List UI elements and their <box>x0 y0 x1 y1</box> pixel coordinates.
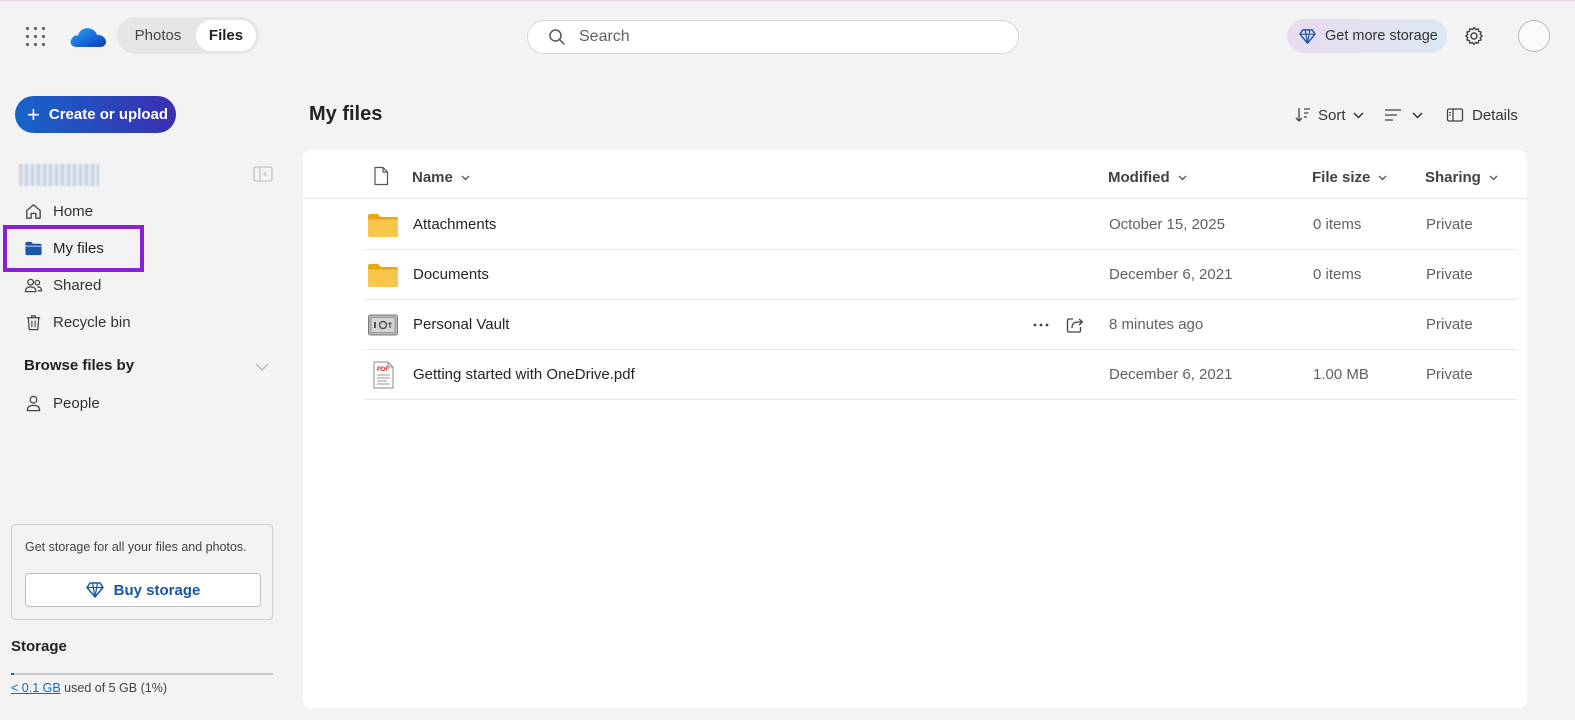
tab-files[interactable]: Files <box>196 20 256 51</box>
plus-icon: + <box>27 101 40 127</box>
file-name[interactable]: Documents <box>413 266 489 283</box>
sort-label: Sort <box>1318 106 1346 124</box>
table-row[interactable]: Personal Vault 8 minutes ago Private <box>364 300 1517 350</box>
column-header-name[interactable]: Name <box>412 166 470 188</box>
column-header-sharing[interactable]: Sharing <box>1425 166 1498 188</box>
buy-storage-button[interactable]: Buy storage <box>25 573 261 607</box>
table-row[interactable]: PDF Getting started with OneDrive.pdf De… <box>364 350 1517 400</box>
get-more-storage-label: Get more storage <box>1325 28 1438 44</box>
file-type-icon[interactable] <box>373 166 389 186</box>
sharing-status: Private <box>1426 366 1473 383</box>
page-title: My files <box>309 103 383 125</box>
column-header-label: Sharing <box>1425 168 1481 186</box>
sharing-status: Private <box>1426 316 1473 333</box>
account-name-redacted <box>19 164 99 186</box>
share-icon[interactable] <box>1064 314 1086 336</box>
column-header-file-size[interactable]: File size <box>1312 166 1387 188</box>
sort-icon <box>1295 108 1310 122</box>
top-bar: Photos Files Get more storage <box>0 1 1575 71</box>
table-row[interactable]: Documents December 6, 2021 0 items Priva… <box>364 250 1517 300</box>
sidebar-item-people[interactable]: People <box>24 389 100 417</box>
details-button[interactable]: Details <box>1446 101 1518 129</box>
view-switcher: Photos Files <box>117 17 259 54</box>
buy-storage-label: Buy storage <box>113 581 201 599</box>
modified-date: December 6, 2021 <box>1109 266 1233 283</box>
more-options-icon[interactable] <box>1030 314 1052 336</box>
trash-icon <box>26 314 41 330</box>
avatar[interactable] <box>1518 20 1550 52</box>
pdf-file-icon: PDF <box>373 361 394 389</box>
search-icon <box>549 29 565 45</box>
details-label: Details <box>1472 106 1518 124</box>
home-icon <box>26 203 41 219</box>
modified-date: December 6, 2021 <box>1109 366 1233 383</box>
file-size: 0 items <box>1313 266 1362 283</box>
sidebar-item-label: People <box>53 394 100 412</box>
file-size: 1.00 MB <box>1313 366 1369 383</box>
chevron-down-icon <box>461 175 470 180</box>
people-icon <box>24 278 43 292</box>
diamond-icon <box>85 582 104 598</box>
chevron-down-icon[interactable] <box>255 361 269 373</box>
sidebar-item-home[interactable]: Home <box>24 197 93 225</box>
diamond-icon <box>1299 28 1316 44</box>
chevron-down-icon <box>1378 175 1387 180</box>
storage-used-link[interactable]: < 0.1 GB <box>11 681 61 695</box>
file-size: 0 items <box>1313 216 1362 233</box>
sidebar-item-label: Recycle bin <box>53 313 131 331</box>
create-or-upload-label: Create or upload <box>48 106 169 123</box>
get-more-storage-button[interactable]: Get more storage <box>1287 19 1447 53</box>
table-row[interactable]: Attachments October 15, 2025 0 items Pri… <box>364 200 1517 250</box>
column-header-label: File size <box>1312 168 1371 186</box>
storage-promo-card: Get storage for all your files and photo… <box>11 524 273 620</box>
sharing-status: Private <box>1426 216 1473 233</box>
vault-icon <box>368 314 398 336</box>
collapse-pane-icon[interactable] <box>253 166 273 182</box>
selection-highlight <box>3 225 144 272</box>
promo-text: Get storage for all your files and photo… <box>25 540 247 554</box>
file-name[interactable]: Personal Vault <box>413 316 509 333</box>
modified-date: 8 minutes ago <box>1109 316 1204 333</box>
chevron-down-icon <box>1178 175 1187 180</box>
person-icon <box>26 395 41 411</box>
gear-icon[interactable] <box>1463 25 1485 47</box>
search-input[interactable] <box>579 28 979 46</box>
file-name[interactable]: Attachments <box>413 216 496 233</box>
chevron-down-icon <box>1352 111 1364 119</box>
storage-used-text: < 0.1 GB used of 5 GB (1%) <box>11 681 167 695</box>
sort-button[interactable]: Sort <box>1294 101 1364 129</box>
sidebar-item-label: Shared <box>53 276 102 294</box>
create-or-upload-button[interactable]: + Create or upload <box>15 96 176 133</box>
storage-used-rest: used of 5 GB (1%) <box>60 681 167 695</box>
storage-progress-bar <box>11 673 273 675</box>
file-list-panel: Name Modified File size Sharing Attachme… <box>303 150 1527 708</box>
onedrive-logo[interactable] <box>68 21 108 51</box>
modified-date: October 15, 2025 <box>1109 216 1225 233</box>
file-name[interactable]: Getting started with OneDrive.pdf <box>413 366 635 383</box>
browse-files-heading: Browse files by <box>24 357 135 374</box>
sidebar-item-recycle-bin[interactable]: Recycle bin <box>24 308 131 336</box>
details-pane-icon <box>1446 108 1464 122</box>
chevron-down-icon <box>1489 175 1498 180</box>
chevron-down-icon <box>1412 111 1423 119</box>
view-options-button[interactable] <box>1384 101 1423 129</box>
header-divider <box>303 198 1527 199</box>
search-box[interactable] <box>527 20 1019 54</box>
folder-icon <box>368 264 398 287</box>
sharing-status: Private <box>1426 266 1473 283</box>
tab-photos[interactable]: Photos <box>120 20 196 51</box>
storage-heading: Storage <box>11 638 67 655</box>
sidebar-item-label: Home <box>53 202 94 220</box>
column-header-modified[interactable]: Modified <box>1108 166 1187 188</box>
storage-progress-fill <box>11 673 14 675</box>
folder-icon <box>368 214 398 237</box>
column-header-label: Name <box>412 168 453 186</box>
sidebar-item-shared[interactable]: Shared <box>24 271 101 299</box>
svg-text:PDF: PDF <box>377 367 389 373</box>
list-view-icon <box>1385 109 1401 121</box>
app-launcher-icon[interactable] <box>20 22 48 50</box>
column-header-label: Modified <box>1108 168 1170 186</box>
